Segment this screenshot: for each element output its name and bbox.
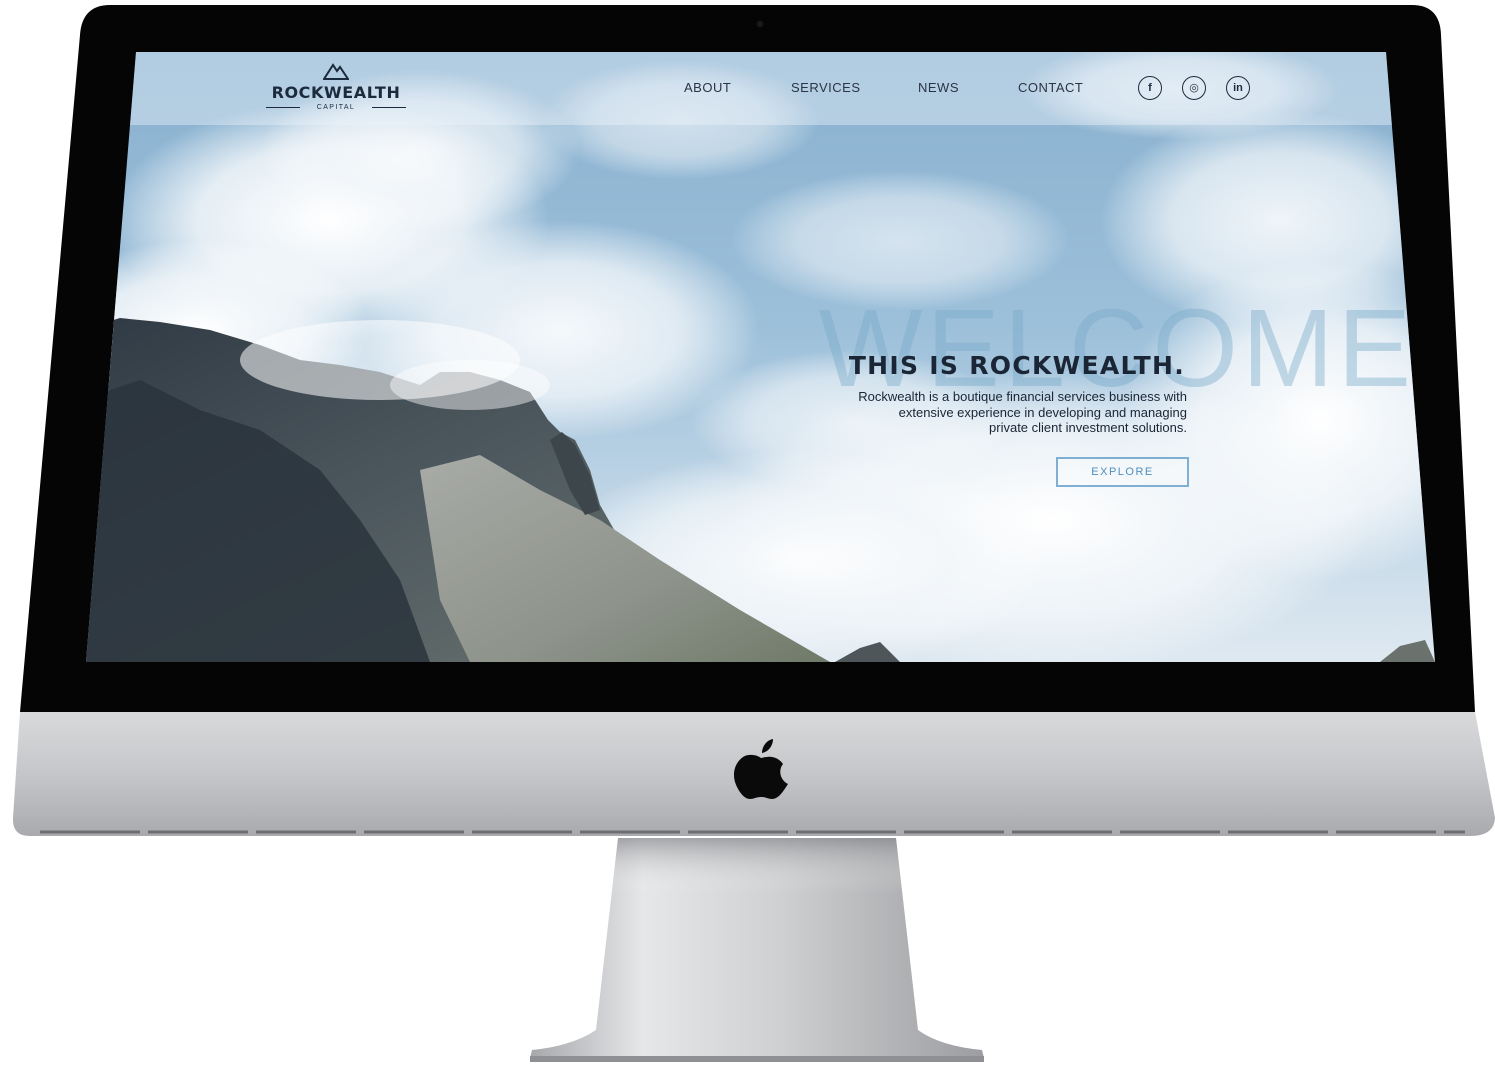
facebook-button[interactable]: f bbox=[1138, 76, 1162, 100]
instagram-button[interactable]: ◎ bbox=[1182, 76, 1206, 100]
nav-contact-link[interactable]: CONTACT bbox=[1018, 80, 1083, 96]
facebook-icon: f bbox=[1148, 81, 1152, 94]
nav-about-link[interactable]: ABOUT bbox=[684, 80, 731, 96]
brand-name: ROCKWEALTH bbox=[271, 83, 401, 102]
nav-services-link[interactable]: SERVICES bbox=[791, 80, 861, 96]
explore-button[interactable]: EXPLORE bbox=[1056, 457, 1189, 487]
hero-description-line: extensive experience in developing and m… bbox=[898, 404, 1187, 420]
logo-divider-right bbox=[372, 107, 406, 108]
mountain-icon bbox=[323, 63, 349, 80]
linkedin-icon: in bbox=[1233, 81, 1243, 94]
hero-title: THIS IS ROCKWEALTH. bbox=[848, 351, 1185, 380]
linkedin-button[interactable]: in bbox=[1226, 76, 1250, 100]
brand-logo[interactable]: ROCKWEALTH CAPITAL bbox=[266, 62, 406, 112]
hero-description-line: Rockwealth is a boutique financial servi… bbox=[858, 389, 1187, 404]
instagram-icon: ◎ bbox=[1189, 81, 1199, 94]
nav-news-link[interactable]: NEWS bbox=[918, 80, 959, 96]
hero-background-word: WELCOME bbox=[818, 287, 1415, 410]
hero-description: Rockwealth is a boutique financial servi… bbox=[717, 389, 1187, 436]
hero-description-line: private client investment solutions. bbox=[989, 420, 1187, 435]
